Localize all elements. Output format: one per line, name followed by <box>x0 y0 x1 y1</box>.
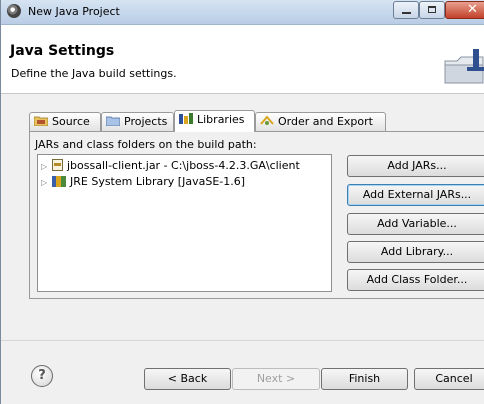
footer-divider <box>1 340 484 341</box>
tree-item-label: jbossall-client.jar - C:\jboss-4.2.3.GA\… <box>67 159 300 172</box>
wizard-footer: ? < Back Next > Finish Cancel <box>1 350 484 404</box>
tab-libraries[interactable]: Libraries <box>174 110 255 132</box>
tree-item-jbossall-client[interactable]: ▷ jbossall-client.jar - C:\jboss-4.2.3.GA… <box>41 158 300 174</box>
minimize-button[interactable] <box>393 1 419 19</box>
add-variable-button[interactable]: Add Variable... <box>347 213 484 235</box>
add-external-jars-button[interactable]: Add External JARs... <box>347 184 484 206</box>
build-path-tree[interactable]: ▷ jbossall-client.jar - C:\jboss-4.2.3.GA… <box>37 154 332 292</box>
help-icon[interactable]: ? <box>31 365 53 387</box>
libraries-icon <box>179 113 193 124</box>
tab-source-label: Source <box>52 115 90 128</box>
next-button[interactable]: Next > <box>232 368 320 390</box>
add-class-folder-button[interactable]: Add Class Folder... <box>347 269 484 291</box>
library-icon <box>52 176 66 187</box>
order-export-icon <box>260 115 274 125</box>
tab-libraries-label: Libraries <box>197 113 245 126</box>
page-title: Java Settings <box>10 43 115 59</box>
source-folder-icon <box>34 116 48 126</box>
finish-button[interactable]: Finish <box>321 368 408 390</box>
title-bar[interactable]: New Java Project ✕ <box>1 0 484 25</box>
window-title: New Java Project <box>28 5 120 18</box>
jar-icon <box>52 159 63 171</box>
close-icon: ✕ <box>467 2 478 17</box>
close-button[interactable]: ✕ <box>445 1 484 19</box>
eclipse-icon <box>7 4 21 18</box>
minimize-icon <box>402 12 411 14</box>
tab-order-export[interactable]: Order and Export <box>255 112 386 131</box>
add-library-button[interactable]: Add Library... <box>347 241 484 263</box>
tab-order-export-label: Order and Export <box>278 115 373 128</box>
expand-arrow-icon[interactable]: ▷ <box>41 159 50 175</box>
tab-source[interactable]: Source <box>29 112 101 131</box>
maximize-icon <box>428 6 436 13</box>
page-subtitle: Define the Java build settings. <box>11 67 177 80</box>
wizard-header: Java Settings Define the Java build sett… <box>1 25 484 94</box>
tab-projects-label: Projects <box>124 115 168 128</box>
add-jars-button[interactable]: Add JARs... <box>347 155 484 177</box>
back-button[interactable]: < Back <box>144 368 231 390</box>
libraries-panel: JARs and class folders on the build path… <box>29 131 484 299</box>
tree-item-label: JRE System Library [JavaSE-1.6] <box>70 175 246 188</box>
build-path-label: JARs and class folders on the build path… <box>35 138 257 151</box>
tree-item-jre-system-library[interactable]: ▷ JRE System Library [JavaSE-1.6] <box>41 174 245 190</box>
expand-arrow-icon[interactable]: ▷ <box>41 175 50 191</box>
dialog-window: New Java Project ✕ Java Settings Define … <box>0 0 484 404</box>
maximize-button[interactable] <box>419 1 445 19</box>
java-project-wizard-icon <box>444 49 484 84</box>
projects-icon <box>106 116 120 126</box>
tab-projects[interactable]: Projects <box>101 112 174 131</box>
cancel-button[interactable]: Cancel <box>414 368 484 390</box>
